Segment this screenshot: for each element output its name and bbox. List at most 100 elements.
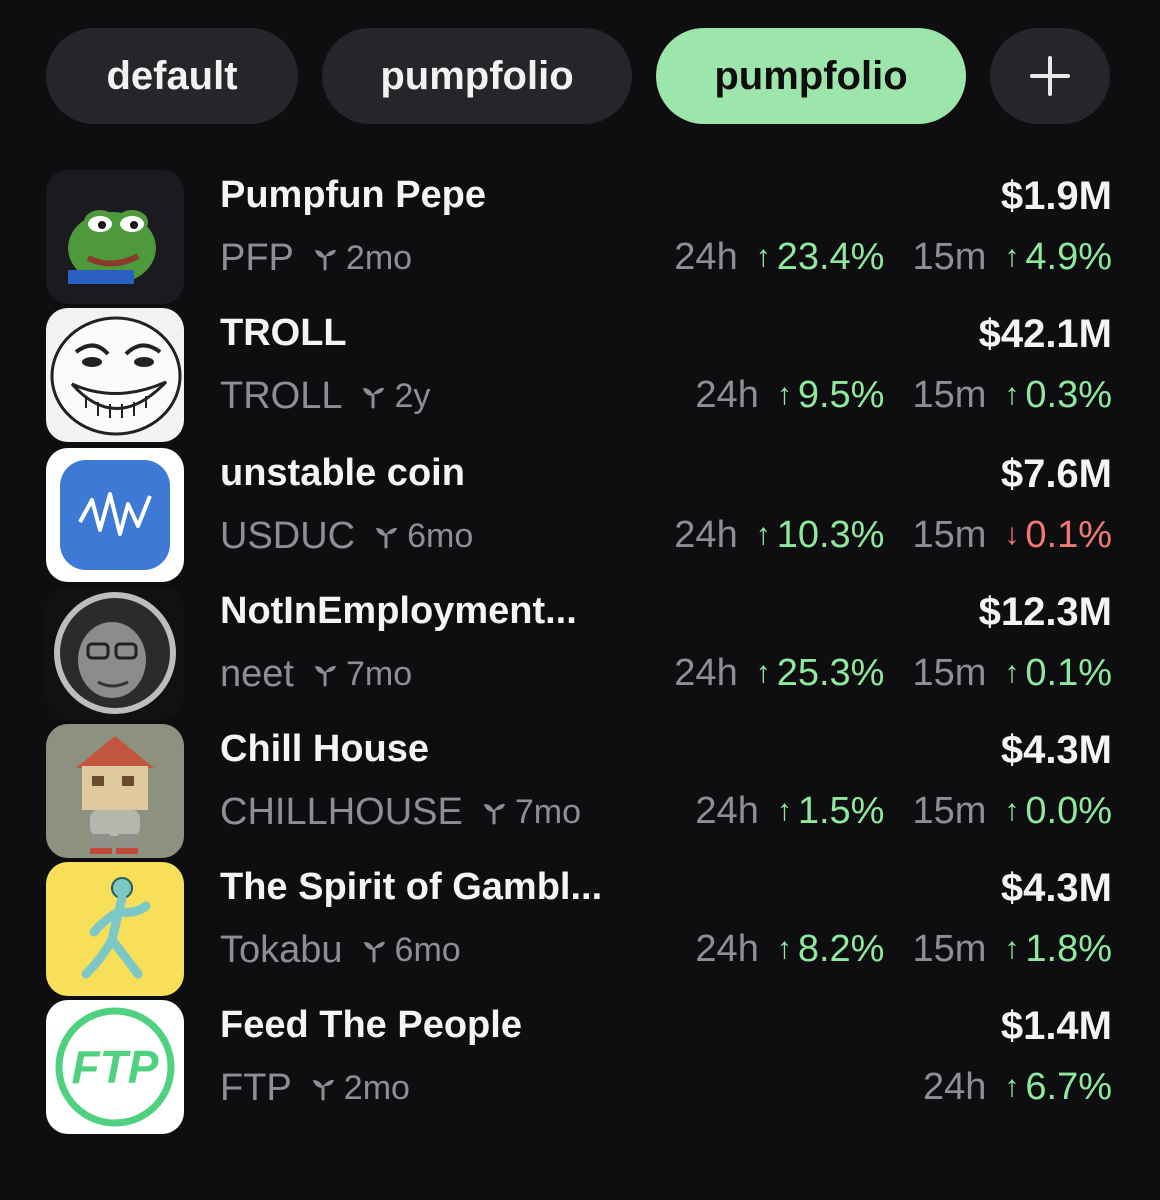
- coin-ticker: FTP: [220, 1066, 292, 1109]
- change-15m-value: 0.0%: [1025, 789, 1112, 832]
- coin-age: 7mo: [345, 654, 413, 693]
- coin-row[interactable]: unstable coin USDUC 6mo $7.6M 24h ↑ 10.3% 15m ↓ 0…: [0, 446, 1160, 584]
- arrow-up-icon: ↑: [1004, 932, 1020, 965]
- arrow-down-icon: ↓: [1004, 518, 1020, 551]
- coin-row[interactable]: Chill House CHILLHOUSE 7mo $4.3M 24h ↑ 1.5% 15m…: [0, 722, 1160, 860]
- sprout-icon: [373, 523, 399, 549]
- arrow-up-icon: ↑: [776, 932, 792, 965]
- coin-meta: CHILLHOUSE 7mo: [220, 788, 581, 836]
- price-changes: 24h ↑ 25.3% 15m ↑ 0.1%: [674, 648, 1112, 698]
- sprout-icon: [312, 245, 338, 271]
- sprout-icon: [312, 661, 338, 687]
- change-24h-value: 10.3%: [776, 513, 885, 556]
- coin-age: 7mo: [514, 792, 581, 831]
- coin-ticker: neet: [220, 652, 294, 695]
- change-24h-value: 23.4%: [776, 235, 885, 278]
- sprout-icon: [360, 383, 386, 409]
- market-cap: $1.4M: [1000, 1004, 1112, 1048]
- tab-default[interactable]: default: [46, 28, 298, 124]
- coin-name: unstable coin: [220, 452, 465, 494]
- change-24h-value: 8.2%: [797, 927, 885, 970]
- coin-meta: USDUC 6mo: [220, 512, 473, 560]
- coin-row[interactable]: The Spirit of Gambl... Tokabu 6mo $4.3M 24h ↑…: [0, 860, 1160, 998]
- coin-row[interactable]: Pumpfun Pepe PFP 2mo $1.9M 24h ↑ 23.4% 15m ↑ 4.9%: [0, 168, 1160, 306]
- coin-row[interactable]: TROLL TROLL 2y $42.1M 24h ↑ 9.5% 15m ↑ 0.3%: [0, 306, 1160, 444]
- change-15m: ↑ 0.3%: [1004, 374, 1112, 417]
- label-24h: 24h: [674, 513, 738, 556]
- market-cap: $4.3M: [1000, 728, 1112, 772]
- portfolio-tabs: default pumpfolio pumpfolio: [0, 0, 1160, 150]
- ftp-logo-icon: FTP: [46, 1000, 184, 1134]
- change-15m: ↑ 0.1%: [1004, 652, 1112, 695]
- arrow-up-icon: ↑: [1004, 240, 1020, 273]
- coin-ticker: PFP: [220, 236, 294, 279]
- market-cap: $1.9M: [1000, 174, 1112, 218]
- coin-row[interactable]: NotInEmployment... neet 7mo $12.3M 24h ↑ 25.3%…: [0, 584, 1160, 722]
- coin-name: Pumpfun Pepe: [220, 174, 487, 216]
- coin-age: 2y: [394, 376, 431, 415]
- market-cap: $12.3M: [978, 590, 1112, 634]
- label-24h: 24h: [674, 235, 738, 278]
- change-24h-value: 9.5%: [797, 373, 885, 416]
- coin-ticker: TROLL: [220, 374, 343, 417]
- change-24h: ↑ 9.5%: [777, 374, 885, 417]
- label-15m: 15m: [912, 513, 987, 556]
- label-15m: 15m: [912, 927, 987, 970]
- arrow-up-icon: ↑: [776, 794, 792, 827]
- label-15m: 15m: [912, 235, 987, 278]
- ftp-logo-text: FTP: [71, 1041, 159, 1093]
- price-changes: 24h ↑ 9.5% 15m ↑ 0.3%: [695, 370, 1112, 420]
- sprout-icon: [481, 799, 507, 825]
- neet-face-icon: [46, 586, 184, 720]
- coin-meta: Tokabu 6mo: [220, 926, 461, 974]
- price-changes: 24h ↑ 6.7%: [923, 1062, 1112, 1112]
- change-15m-value: 0.1%: [1025, 513, 1112, 556]
- label-15m: 15m: [912, 789, 987, 832]
- arrow-up-icon: ↑: [1004, 794, 1020, 827]
- label-15m: 15m: [912, 651, 987, 694]
- add-tab-button[interactable]: [990, 28, 1110, 124]
- arrow-up-icon: ↑: [1004, 378, 1020, 411]
- market-cap: $7.6M: [1000, 452, 1112, 496]
- market-cap: $4.3M: [1000, 866, 1112, 910]
- change-15m-value: 0.3%: [1025, 373, 1112, 416]
- coin-age: 6mo: [407, 516, 474, 555]
- coin-name: Feed The People: [220, 1004, 522, 1046]
- plus-icon: [1030, 56, 1070, 96]
- change-24h: ↑ 8.2%: [777, 928, 885, 971]
- change-24h: ↑ 6.7%: [1004, 1066, 1112, 1109]
- coin-meta: neet 7mo: [220, 650, 412, 698]
- coin-ticker: Tokabu: [220, 928, 343, 971]
- market-cap: $42.1M: [978, 312, 1112, 356]
- arrow-up-icon: ↑: [755, 656, 771, 689]
- change-15m: ↓ 0.1%: [1004, 514, 1112, 557]
- change-24h-value: 1.5%: [797, 789, 885, 832]
- coin-meta: TROLL 2y: [220, 372, 430, 420]
- price-changes: 24h ↑ 23.4% 15m ↑ 4.9%: [674, 232, 1112, 282]
- price-changes: 24h ↑ 10.3% 15m ↓ 0.1%: [674, 510, 1112, 560]
- sprout-icon: [310, 1075, 336, 1101]
- change-15m-value: 1.8%: [1025, 927, 1112, 970]
- coin-ticker: CHILLHOUSE: [220, 790, 463, 833]
- change-24h: ↑ 23.4%: [756, 236, 885, 279]
- coin-meta: FTP 2mo: [220, 1064, 410, 1112]
- coin-row[interactable]: FTP Feed The People FTP 2mo $1.4M 24h ↑ 6.7%: [0, 998, 1160, 1136]
- coin-name: NotInEmployment...: [220, 590, 577, 632]
- tab-pumpfolio-1[interactable]: pumpfolio: [322, 28, 632, 124]
- change-15m: ↑ 1.8%: [1004, 928, 1112, 971]
- price-changes: 24h ↑ 1.5% 15m ↑ 0.0%: [695, 786, 1112, 836]
- zigzag-chart-icon: [46, 448, 184, 582]
- change-15m-value: 0.1%: [1025, 651, 1112, 694]
- label-15m: 15m: [912, 373, 987, 416]
- coin-ticker: USDUC: [220, 514, 356, 557]
- coin-age: 6mo: [394, 930, 461, 969]
- coin-name: The Spirit of Gambl...: [220, 866, 603, 908]
- label-24h: 24h: [695, 373, 759, 416]
- arrow-up-icon: ↑: [755, 240, 771, 273]
- running-spirit-icon: [46, 862, 184, 996]
- change-24h-value: 25.3%: [776, 651, 885, 694]
- coin-meta: PFP 2mo: [220, 234, 412, 282]
- tab-pumpfolio-active[interactable]: pumpfolio: [656, 28, 966, 124]
- change-15m: ↑ 4.9%: [1004, 236, 1112, 279]
- coin-age: 2mo: [343, 1068, 410, 1107]
